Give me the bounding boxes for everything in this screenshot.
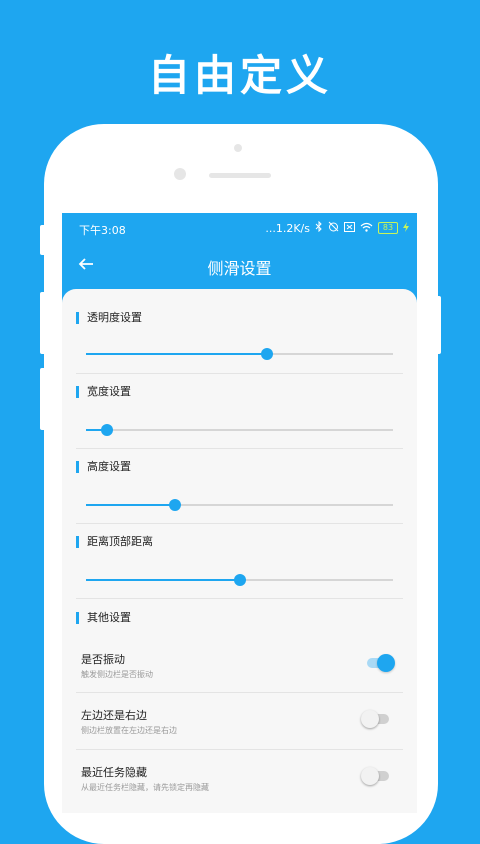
section-title: 其他设置 <box>76 612 131 624</box>
height-slider[interactable] <box>86 499 393 511</box>
page-title: 侧滑设置 <box>207 259 272 278</box>
setting-label: 左边还是右边 <box>81 709 147 722</box>
status-time: 下午3:08 <box>79 224 126 237</box>
settings-card: 透明度设置 宽度设置 高度设置 距离顶部距离 其他设置 是否振动 触发侧边栏是否… <box>62 289 417 813</box>
wifi-icon <box>360 222 373 235</box>
opacity-slider[interactable] <box>86 348 393 360</box>
setting-label: 最近任务隐藏 <box>81 766 147 779</box>
phone-screen: 下午3:08 ...1.2K/s 83 侧滑设置 透明度设置 宽度设置 高度设置… <box>62 213 417 813</box>
slider-fill <box>86 353 268 355</box>
slider-thumb[interactable] <box>169 499 182 511</box>
divider <box>76 523 403 524</box>
setting-description: 触发侧边栏是否振动 <box>81 670 153 679</box>
status-icons: ...1.2K/s 83 <box>265 220 409 235</box>
sim-icon <box>344 221 355 235</box>
setting-description: 侧边栏放置在左边还是右边 <box>81 726 177 735</box>
width-slider[interactable] <box>86 424 393 436</box>
phone-speaker <box>209 173 271 178</box>
slider-thumb[interactable] <box>233 574 246 586</box>
top-distance-slider[interactable] <box>86 574 393 586</box>
slider-fill <box>86 579 240 581</box>
setting-label: 是否振动 <box>81 653 125 666</box>
battery-icon: 83 <box>378 222 398 234</box>
status-bar: 下午3:08 ...1.2K/s 83 <box>62 213 417 243</box>
charging-icon <box>403 221 409 235</box>
vibrate-toggle[interactable] <box>367 654 395 672</box>
slider-thumb[interactable] <box>101 424 114 436</box>
section-title: 宽度设置 <box>76 386 131 398</box>
bluetooth-icon <box>315 220 323 235</box>
phone-sensor <box>234 144 242 152</box>
setting-row-vibrate[interactable]: 是否振动 触发侧边栏是否振动 <box>62 639 417 695</box>
section-title: 透明度设置 <box>76 312 142 324</box>
network-speed: ...1.2K/s <box>265 221 310 235</box>
hide-recents-toggle[interactable] <box>361 767 389 785</box>
divider <box>76 598 403 599</box>
slider-fill <box>86 504 176 506</box>
divider <box>76 749 403 750</box>
toggle-knob <box>361 767 379 785</box>
toggle-knob <box>377 654 395 672</box>
toggle-knob <box>361 710 379 728</box>
divider <box>76 448 403 449</box>
phone-camera <box>174 168 186 180</box>
divider <box>76 692 403 693</box>
app-bar: 侧滑设置 <box>62 243 417 288</box>
headline: 自由定义 <box>147 51 332 100</box>
section-title: 距离顶部距离 <box>76 536 153 548</box>
setting-description: 从最近任务栏隐藏，请先锁定再隐藏 <box>81 783 209 792</box>
divider <box>76 373 403 374</box>
section-title: 高度设置 <box>76 461 131 473</box>
left-right-toggle[interactable] <box>361 710 389 728</box>
alarm-off-icon <box>328 221 339 235</box>
slider-thumb[interactable] <box>261 348 274 360</box>
setting-row-side[interactable]: 左边还是右边 侧边栏放置在左边还是右边 <box>62 695 417 751</box>
